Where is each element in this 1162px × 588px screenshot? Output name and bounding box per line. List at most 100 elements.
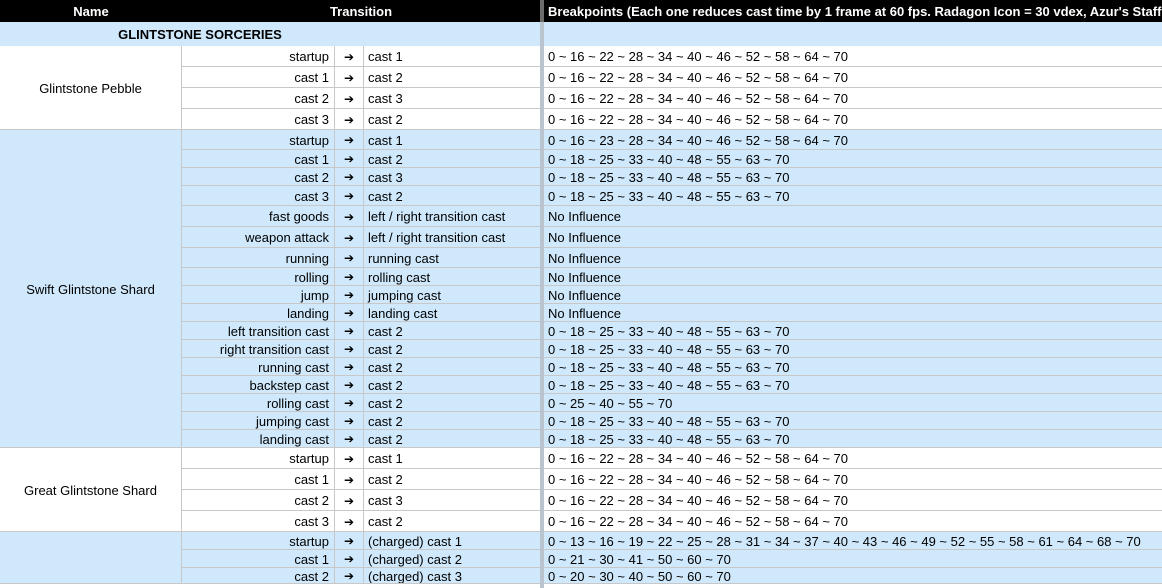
transition-to-cell[interactable]: cast 3 xyxy=(364,168,540,186)
transition-to-cell[interactable]: cast 2 xyxy=(364,150,540,168)
transition-to-cell[interactable]: running cast xyxy=(364,248,540,268)
transition-to-cell[interactable]: left / right transition cast xyxy=(364,206,540,227)
breakpoints-cell[interactable]: 0 ~ 16 ~ 22 ~ 28 ~ 34 ~ 40 ~ 46 ~ 52 ~ 5… xyxy=(544,88,1162,109)
breakpoints-cell[interactable]: No Influence xyxy=(544,227,1162,248)
transition-to-cell[interactable]: (charged) cast 1 xyxy=(364,532,540,550)
breakpoints-cell[interactable]: No Influence xyxy=(544,304,1162,322)
breakpoints-cell[interactable]: No Influence xyxy=(544,286,1162,304)
transition-from-cell[interactable]: cast 2 xyxy=(182,490,335,511)
transition-from-cell[interactable]: running cast xyxy=(182,358,335,376)
transition-from-cell[interactable]: landing xyxy=(182,304,335,322)
transition-from-cell[interactable]: right transition cast xyxy=(182,340,335,358)
transition-to-cell[interactable]: cast 2 xyxy=(364,511,540,532)
transition-from-cell[interactable]: rolling xyxy=(182,268,335,286)
breakpoints-cell[interactable]: 0 ~ 18 ~ 25 ~ 33 ~ 40 ~ 48 ~ 55 ~ 63 ~ 7… xyxy=(544,168,1162,186)
transition-to-cell[interactable]: cast 2 xyxy=(364,376,540,394)
breakpoints-cell[interactable]: 0 ~ 16 ~ 22 ~ 28 ~ 34 ~ 40 ~ 46 ~ 52 ~ 5… xyxy=(544,511,1162,532)
transition-to-cell[interactable]: (charged) cast 3 xyxy=(364,568,540,584)
breakpoints-cell[interactable]: 0 ~ 20 ~ 30 ~ 40 ~ 50 ~ 60 ~ 70 xyxy=(544,568,1162,584)
transition-from-cell[interactable]: cast 3 xyxy=(182,511,335,532)
breakpoints-cell[interactable]: 0 ~ 18 ~ 25 ~ 33 ~ 40 ~ 48 ~ 55 ~ 63 ~ 7… xyxy=(544,376,1162,394)
transition-from-cell[interactable]: cast 1 xyxy=(182,469,335,490)
transition-from-cell[interactable]: cast 3 xyxy=(182,186,335,206)
transition-to-cell[interactable]: cast 2 xyxy=(364,340,540,358)
breakpoints-cell[interactable]: 0 ~ 16 ~ 22 ~ 28 ~ 34 ~ 40 ~ 46 ~ 52 ~ 5… xyxy=(544,67,1162,88)
transition-to-cell[interactable]: cast 2 xyxy=(364,469,540,490)
transition-to-cell[interactable]: cast 2 xyxy=(364,67,540,88)
breakpoints-cell[interactable]: 0 ~ 25 ~ 40 ~ 55 ~ 70 xyxy=(544,394,1162,412)
transition-from-cell[interactable]: left transition cast xyxy=(182,322,335,340)
transition-from-cell[interactable]: cast 1 xyxy=(182,150,335,168)
transition-to-cell[interactable]: cast 2 xyxy=(364,109,540,130)
arrow-icon: ➔ xyxy=(335,168,364,186)
column-header-name[interactable]: Name xyxy=(0,0,182,22)
arrow-icon: ➔ xyxy=(335,109,364,130)
arrow-icon: ➔ xyxy=(335,412,364,430)
breakpoints-cell[interactable]: 0 ~ 16 ~ 23 ~ 28 ~ 34 ~ 40 ~ 46 ~ 52 ~ 5… xyxy=(544,130,1162,150)
transition-to-cell[interactable]: cast 2 xyxy=(364,322,540,340)
transition-from-cell[interactable]: weapon attack xyxy=(182,227,335,248)
breakpoints-cell[interactable]: 0 ~ 16 ~ 22 ~ 28 ~ 34 ~ 40 ~ 46 ~ 52 ~ 5… xyxy=(544,490,1162,511)
transition-from-cell[interactable]: startup xyxy=(182,532,335,550)
transition-to-cell[interactable]: cast 2 xyxy=(364,394,540,412)
transition-to-cell[interactable]: landing cast xyxy=(364,304,540,322)
transition-to-cell[interactable]: cast 3 xyxy=(364,490,540,511)
transition-to-cell[interactable]: cast 2 xyxy=(364,412,540,430)
transition-from-cell[interactable]: cast 3 xyxy=(182,109,335,130)
transition-from-cell[interactable]: rolling cast xyxy=(182,394,335,412)
transition-from-cell[interactable]: jump xyxy=(182,286,335,304)
breakpoints-cell[interactable]: 0 ~ 13 ~ 16 ~ 19 ~ 22 ~ 25 ~ 28 ~ 31 ~ 3… xyxy=(544,532,1162,550)
column-header-transition[interactable]: Transition xyxy=(182,0,540,22)
breakpoints-cell[interactable]: 0 ~ 21 ~ 30 ~ 41 ~ 50 ~ 60 ~ 70 xyxy=(544,550,1162,568)
transition-to-cell[interactable]: cast 2 xyxy=(364,186,540,206)
spell-name-cell[interactable]: Swift Glintstone Shard xyxy=(0,130,182,448)
breakpoints-cell[interactable]: No Influence xyxy=(544,206,1162,227)
transition-to-cell[interactable]: cast 3 xyxy=(364,88,540,109)
transition-to-cell[interactable]: (charged) cast 2 xyxy=(364,550,540,568)
transition-to-cell[interactable]: cast 1 xyxy=(364,130,540,150)
transition-from-cell[interactable]: fast goods xyxy=(182,206,335,227)
transition-to-cell[interactable]: left / right transition cast xyxy=(364,227,540,248)
breakpoints-cell[interactable]: 0 ~ 16 ~ 22 ~ 28 ~ 34 ~ 40 ~ 46 ~ 52 ~ 5… xyxy=(544,448,1162,469)
breakpoints-cell[interactable]: 0 ~ 18 ~ 25 ~ 33 ~ 40 ~ 48 ~ 55 ~ 63 ~ 7… xyxy=(544,322,1162,340)
breakpoints-cell[interactable]: 0 ~ 18 ~ 25 ~ 33 ~ 40 ~ 48 ~ 55 ~ 63 ~ 7… xyxy=(544,412,1162,430)
column-header-breakpoints[interactable]: Breakpoints (Each one reduces cast time … xyxy=(544,0,1162,22)
transition-to-cell[interactable]: cast 1 xyxy=(364,448,540,469)
breakpoints-cell[interactable]: 0 ~ 18 ~ 25 ~ 33 ~ 40 ~ 48 ~ 55 ~ 63 ~ 7… xyxy=(544,430,1162,448)
transition-from-cell[interactable]: backstep cast xyxy=(182,376,335,394)
transition-to-cell[interactable]: cast 2 xyxy=(364,358,540,376)
breakpoints-cell[interactable]: 0 ~ 18 ~ 25 ~ 33 ~ 40 ~ 48 ~ 55 ~ 63 ~ 7… xyxy=(544,340,1162,358)
spreadsheet-grid: Name Transition Breakpoints (Each one re… xyxy=(0,0,1162,588)
breakpoints-cell[interactable]: 0 ~ 16 ~ 22 ~ 28 ~ 34 ~ 40 ~ 46 ~ 52 ~ 5… xyxy=(544,46,1162,67)
transition-from-cell[interactable]: cast 2 xyxy=(182,168,335,186)
arrow-icon: ➔ xyxy=(335,511,364,532)
breakpoints-cell[interactable]: 0 ~ 18 ~ 25 ~ 33 ~ 40 ~ 48 ~ 55 ~ 63 ~ 7… xyxy=(544,186,1162,206)
frozen-column-divider xyxy=(540,22,544,588)
transition-from-cell[interactable]: cast 1 xyxy=(182,67,335,88)
arrow-icon: ➔ xyxy=(335,322,364,340)
breakpoints-cell[interactable]: No Influence xyxy=(544,248,1162,268)
transition-from-cell[interactable]: startup xyxy=(182,448,335,469)
spell-name-cell[interactable] xyxy=(0,532,182,584)
transition-from-cell[interactable]: jumping cast xyxy=(182,412,335,430)
transition-from-cell[interactable]: landing cast xyxy=(182,430,335,448)
row-gridline xyxy=(0,583,540,584)
breakpoints-cell[interactable]: 0 ~ 18 ~ 25 ~ 33 ~ 40 ~ 48 ~ 55 ~ 63 ~ 7… xyxy=(544,358,1162,376)
breakpoints-cell[interactable]: No Influence xyxy=(544,268,1162,286)
breakpoints-cell[interactable]: 0 ~ 18 ~ 25 ~ 33 ~ 40 ~ 48 ~ 55 ~ 63 ~ 7… xyxy=(544,150,1162,168)
arrow-icon: ➔ xyxy=(335,448,364,469)
transition-from-cell[interactable]: cast 2 xyxy=(182,88,335,109)
transition-from-cell[interactable]: cast 2 xyxy=(182,568,335,584)
transition-from-cell[interactable]: startup xyxy=(182,46,335,67)
breakpoints-cell[interactable]: 0 ~ 16 ~ 22 ~ 28 ~ 34 ~ 40 ~ 46 ~ 52 ~ 5… xyxy=(544,109,1162,130)
transition-from-cell[interactable]: cast 1 xyxy=(182,550,335,568)
spell-name-cell[interactable]: Great Glintstone Shard xyxy=(0,448,182,532)
transition-to-cell[interactable]: rolling cast xyxy=(364,268,540,286)
transition-from-cell[interactable]: running xyxy=(182,248,335,268)
transition-from-cell[interactable]: startup xyxy=(182,130,335,150)
transition-to-cell[interactable]: cast 2 xyxy=(364,430,540,448)
transition-to-cell[interactable]: jumping cast xyxy=(364,286,540,304)
transition-to-cell[interactable]: cast 1 xyxy=(364,46,540,67)
breakpoints-cell[interactable]: 0 ~ 16 ~ 22 ~ 28 ~ 34 ~ 40 ~ 46 ~ 52 ~ 5… xyxy=(544,469,1162,490)
spell-name-cell[interactable]: Glintstone Pebble xyxy=(0,46,182,130)
